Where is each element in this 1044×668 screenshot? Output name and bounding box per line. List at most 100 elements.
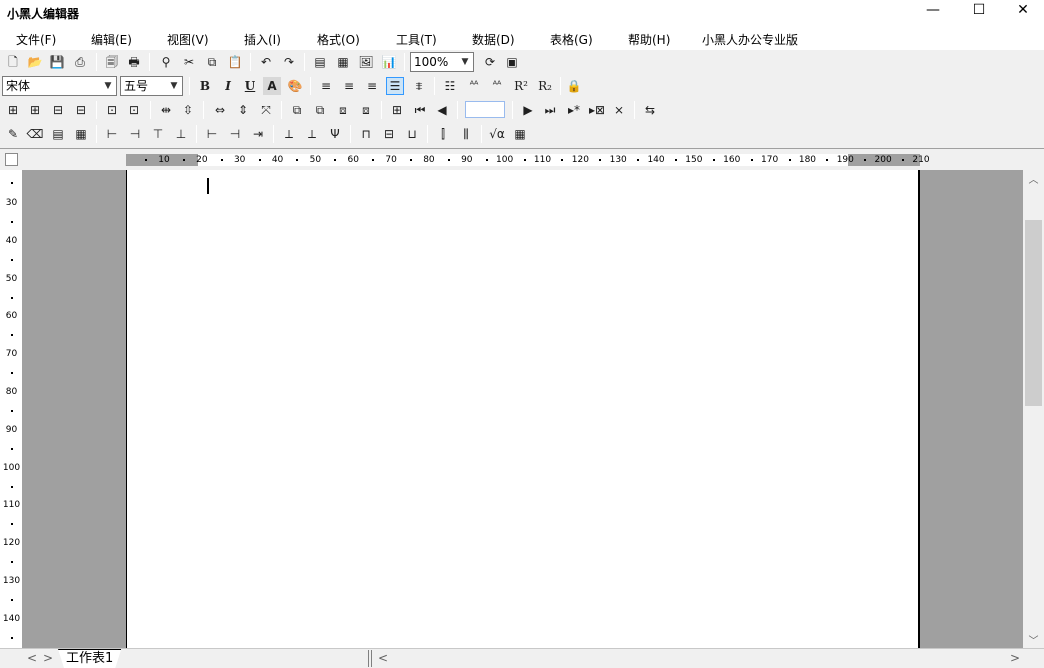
character-spacing-icon[interactable]: ᴬᴬ	[463, 77, 485, 95]
new-document-icon[interactable]: 🗋	[4, 53, 22, 71]
paste-icon[interactable]: 📋	[226, 53, 244, 71]
insert-image-icon[interactable]: 🖼	[357, 53, 375, 71]
font-name-select[interactable]: 宋体 ▼	[2, 76, 117, 96]
page-setup-icon[interactable]: ▣	[503, 53, 521, 71]
column-split-icon[interactable]: ⫿	[434, 125, 452, 143]
menu-tools[interactable]: 工具(T)	[396, 31, 437, 48]
vertical-ruler[interactable]: 30 40 50 60 70 80 90 100 110 120 130 140	[0, 170, 23, 648]
bold-icon[interactable]: B	[196, 77, 214, 95]
level-down-icon[interactable]: ⟂	[303, 125, 321, 143]
branch-add-icon[interactable]: ⊢	[203, 125, 221, 143]
next-record-icon[interactable]: ▶	[519, 101, 537, 119]
scroll-left-icon[interactable]: <	[378, 651, 388, 665]
maximize-button[interactable]: ☐	[956, 0, 1002, 20]
font-size-select[interactable]: 五号 ▼	[120, 76, 183, 96]
grid-table-icon[interactable]: ▦	[72, 125, 90, 143]
record-number-field[interactable]	[465, 101, 505, 118]
fit-width-icon[interactable]: ⇔	[211, 101, 229, 119]
tree-up-icon[interactable]: ⊥	[172, 125, 190, 143]
document-page[interactable]	[126, 170, 920, 648]
scroll-down-icon[interactable]: ﹀	[1023, 631, 1044, 648]
last-record-icon[interactable]: ⏭	[541, 101, 559, 119]
menu-file[interactable]: 文件(F)	[16, 31, 56, 48]
sheet-next-icon[interactable]: >	[43, 651, 53, 665]
vertical-scrollbar[interactable]: ︿ ﹀	[1023, 170, 1044, 648]
find-binoculars-icon[interactable]: ⚲	[157, 53, 175, 71]
column-grid-icon[interactable]: ⫼	[457, 125, 475, 143]
copy-icon[interactable]: ⧉	[203, 53, 221, 71]
scroll-up-icon[interactable]: ︿	[1023, 170, 1044, 187]
menu-format[interactable]: 格式(O)	[317, 31, 360, 48]
menu-pro-edition[interactable]: 小黑人办公专业版	[702, 31, 798, 48]
tree-left-icon[interactable]: ⊣	[126, 125, 144, 143]
cut-scissors-icon[interactable]: ✂	[180, 53, 198, 71]
bring-front-icon[interactable]: ⧉	[288, 101, 306, 119]
zoom-select[interactable]: 100% ▼	[410, 52, 474, 72]
insert-column-right-icon[interactable]: ⊟	[72, 101, 90, 119]
insert-textbox-icon[interactable]: ▤	[311, 53, 329, 71]
printer-icon[interactable]: 🖶	[125, 53, 143, 71]
send-back-icon[interactable]: ⧉	[311, 101, 329, 119]
merge-cells-icon[interactable]: ⊡	[103, 101, 121, 119]
menu-data[interactable]: 数据(D)	[472, 31, 515, 48]
horizontal-scrollbar[interactable]: < >	[372, 649, 1023, 668]
menu-view[interactable]: 视图(V)	[167, 31, 209, 48]
redo-icon[interactable]: ↷	[280, 53, 298, 71]
close-button[interactable]: ✕	[1000, 0, 1044, 20]
data-source-icon[interactable]: ⇆	[641, 101, 659, 119]
refresh-icon[interactable]: ⟳	[481, 53, 499, 71]
horizontal-ruler[interactable]: 10 20 30 40 50 60 70 80 90 100 110 120 130 140 150 160 1…	[126, 154, 930, 166]
align-left-icon[interactable]: ≡	[317, 77, 335, 95]
superscript-icon[interactable]: R²	[510, 77, 532, 95]
calculator-icon[interactable]: ▦	[511, 125, 529, 143]
insert-table-icon[interactable]: ▦	[334, 53, 352, 71]
new-record-icon[interactable]: ⊞	[388, 101, 406, 119]
insert-row-above-icon[interactable]: ⊞	[4, 101, 22, 119]
open-folder-icon[interactable]: 📂	[26, 53, 44, 71]
branch-arrow-icon[interactable]: ⇥	[249, 125, 267, 143]
table-layout-icon[interactable]: ▤	[49, 125, 67, 143]
header-frame-icon[interactable]: ⊓	[357, 125, 375, 143]
undo-icon[interactable]: ↶	[257, 53, 275, 71]
distributed-align-icon[interactable]: ⩨	[410, 77, 428, 95]
fit-height-icon[interactable]: ⇕	[234, 101, 252, 119]
sheet-prev-icon[interactable]: <	[27, 651, 37, 665]
print-icon[interactable]: ⎙	[71, 53, 89, 71]
fit-cell-icon[interactable]: ⤧	[257, 101, 275, 119]
subscript-icon[interactable]: R₂	[534, 77, 556, 95]
trident-icon[interactable]: Ψ	[326, 125, 344, 143]
bring-forward-icon[interactable]: ⧈	[334, 101, 352, 119]
menu-table[interactable]: 表格(G)	[550, 31, 593, 48]
clear-records-icon[interactable]: ⨯	[610, 101, 628, 119]
italic-icon[interactable]: I	[219, 77, 237, 95]
underline-icon[interactable]: U	[241, 77, 259, 95]
pencil-draw-icon[interactable]: ✎	[4, 125, 22, 143]
distribute-rows-icon[interactable]: ⇳	[179, 101, 197, 119]
save-icon[interactable]: 💾	[48, 53, 66, 71]
delete-record-icon[interactable]: ▸⊠	[587, 101, 607, 119]
eraser-icon[interactable]: ⌫	[26, 125, 44, 143]
send-backward-icon[interactable]: ⧈	[357, 101, 375, 119]
branch-remove-icon[interactable]: ⊣	[226, 125, 244, 143]
menu-insert[interactable]: 插入(I)	[244, 31, 281, 48]
distribute-columns-icon[interactable]: ⇹	[157, 101, 175, 119]
vertical-scroll-thumb[interactable]	[1025, 220, 1042, 406]
tree-right-icon[interactable]: ⊢	[103, 125, 121, 143]
document-workspace[interactable]	[23, 170, 1023, 648]
insert-row-below-icon[interactable]: ⊞	[26, 101, 44, 119]
sheet-tab[interactable]: 工作表1	[58, 649, 121, 668]
align-right-icon[interactable]: ≡	[363, 77, 381, 95]
append-record-icon[interactable]: ▸*	[564, 101, 584, 119]
insert-chart-icon[interactable]: 📊	[380, 53, 398, 71]
color-palette-icon[interactable]: 🎨	[286, 77, 304, 95]
character-scale-icon[interactable]: ᴬᴬ	[486, 77, 508, 95]
level-up-icon[interactable]: ⟂	[280, 125, 298, 143]
minimize-button[interactable]: —	[910, 0, 956, 20]
tree-down-icon[interactable]: ⊤	[149, 125, 167, 143]
lock-icon[interactable]: 🔒	[565, 77, 583, 95]
split-cells-icon[interactable]: ⊡	[125, 101, 143, 119]
justify-icon[interactable]: ☰	[386, 77, 404, 95]
previous-record-icon[interactable]: ◀	[433, 101, 451, 119]
middle-frame-icon[interactable]: ⊟	[380, 125, 398, 143]
scroll-right-icon[interactable]: >	[1010, 651, 1020, 665]
